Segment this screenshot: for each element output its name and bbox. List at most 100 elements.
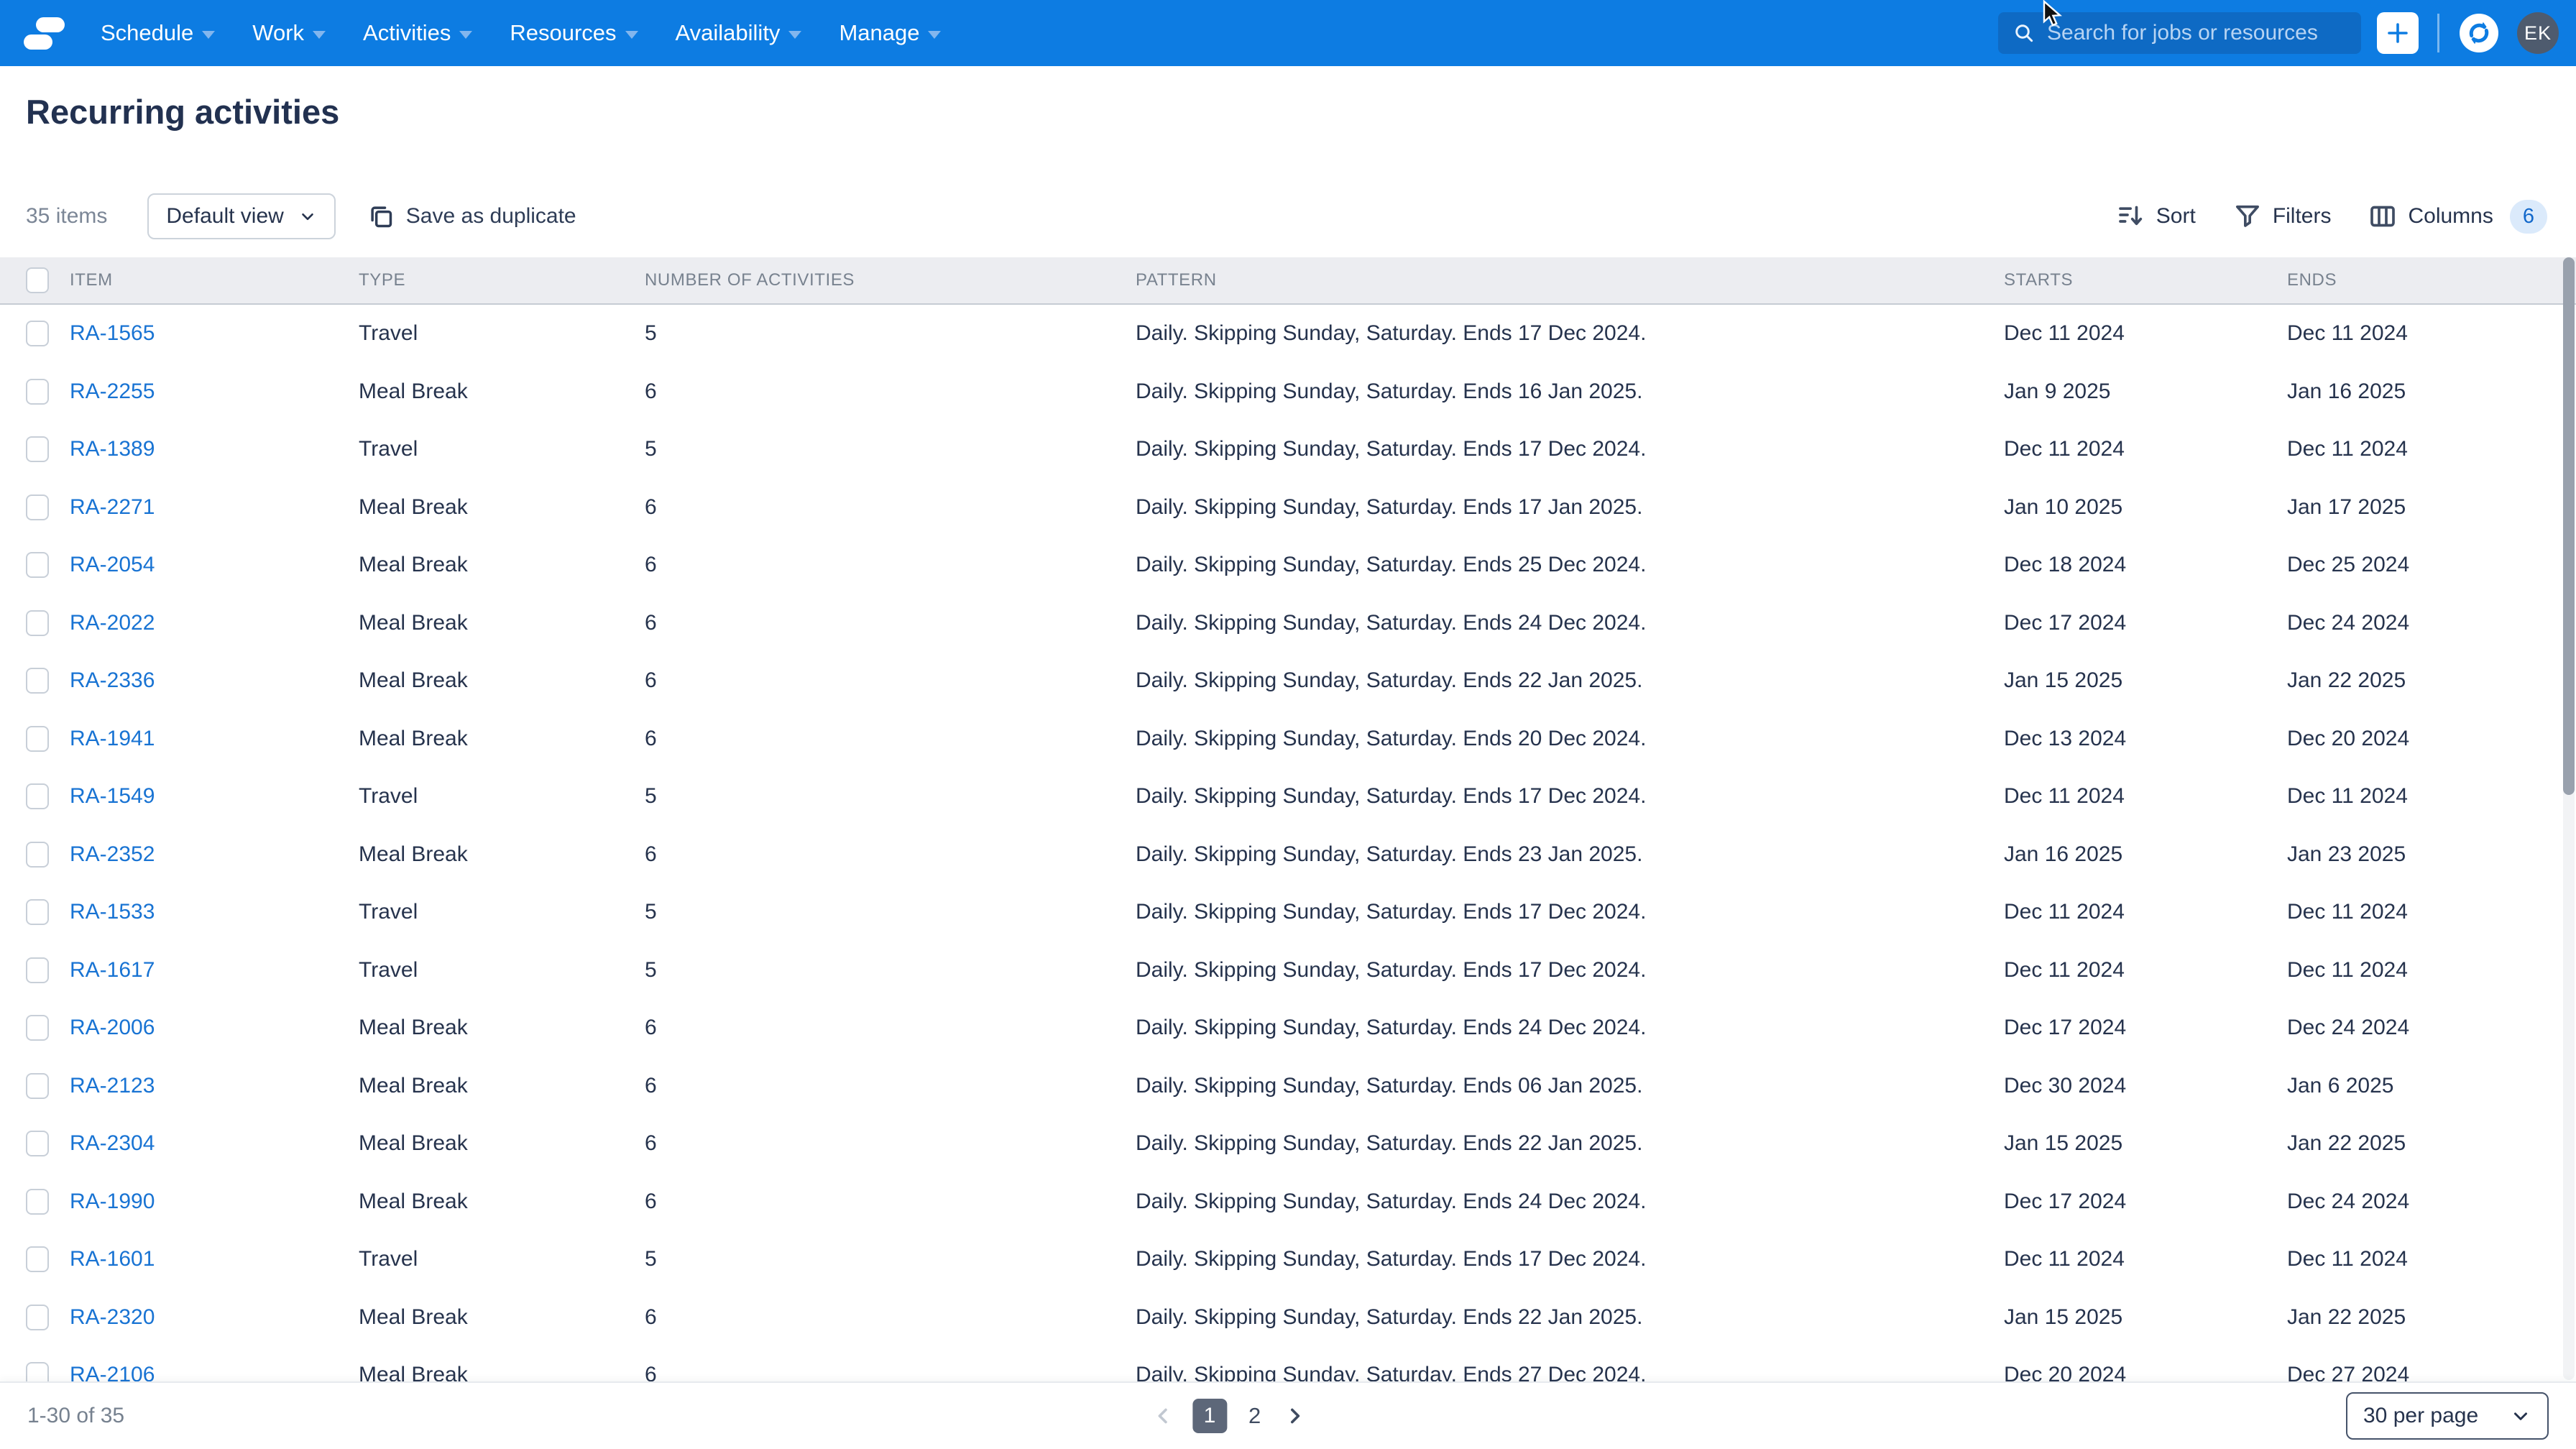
nav-menu-schedule[interactable]: Schedule: [101, 20, 216, 46]
table-row: RA-2336 Meal Break 6 Daily. Skipping Sun…: [0, 652, 2576, 710]
number-of-activities-cell: 6: [645, 553, 657, 577]
number-of-activities-cell: 6: [645, 668, 657, 693]
item-link[interactable]: RA-1601: [70, 1247, 155, 1271]
table-row: RA-1533 Travel 5 Daily. Skipping Sunday,…: [0, 883, 2576, 942]
sort-button[interactable]: Sort: [2117, 202, 2196, 231]
row-checkbox[interactable]: [26, 378, 49, 405]
page-2-button[interactable]: 2: [1244, 1403, 1265, 1429]
row-checkbox[interactable]: [26, 436, 49, 463]
chevron-down-icon: [313, 31, 326, 39]
row-checkbox[interactable]: [26, 610, 49, 636]
nav-menu-activities[interactable]: Activities: [363, 20, 473, 46]
row-checkbox[interactable]: [26, 725, 49, 752]
row-checkbox[interactable]: [26, 552, 49, 579]
pattern-cell: Daily. Skipping Sunday, Saturday. Ends 2…: [1136, 726, 1647, 750]
nav-menu-manage[interactable]: Manage: [839, 20, 942, 46]
column-header-ends[interactable]: ENDS: [2287, 270, 2576, 290]
row-checkbox[interactable]: [26, 957, 49, 983]
save-as-duplicate-button[interactable]: Save as duplicate: [367, 203, 576, 230]
number-of-activities-cell: 6: [645, 842, 657, 866]
ends-cell: Dec 11 2024: [2287, 784, 2408, 809]
item-link[interactable]: RA-2106: [70, 1363, 155, 1381]
row-checkbox[interactable]: [26, 783, 49, 810]
row-checkbox[interactable]: [26, 841, 49, 868]
starts-cell: Dec 11 2024: [2004, 321, 2125, 346]
table-row: RA-2352 Meal Break 6 Daily. Skipping Sun…: [0, 826, 2576, 884]
column-header-pattern[interactable]: PATTERN: [1136, 270, 2004, 290]
column-header-number-of-activities[interactable]: NUMBER OF ACTIVITIES: [645, 270, 1136, 290]
next-page-button[interactable]: [1282, 1404, 1307, 1428]
table-row: RA-1549 Travel 5 Daily. Skipping Sunday,…: [0, 768, 2576, 826]
pattern-cell: Daily. Skipping Sunday, Saturday. Ends 1…: [1136, 900, 1647, 924]
item-link[interactable]: RA-1941: [70, 727, 155, 750]
type-cell: Travel: [359, 957, 418, 982]
pattern-cell: Daily. Skipping Sunday, Saturday. Ends 2…: [1136, 553, 1647, 577]
row-checkbox[interactable]: [26, 1362, 49, 1381]
row-checkbox[interactable]: [26, 1131, 49, 1157]
item-link[interactable]: RA-2304: [70, 1131, 155, 1155]
row-checkbox[interactable]: [26, 668, 49, 694]
item-link[interactable]: RA-1533: [70, 900, 155, 924]
table-row: RA-2271 Meal Break 6 Daily. Skipping Sun…: [0, 479, 2576, 537]
table-row: RA-2106 Meal Break 6 Daily. Skipping Sun…: [0, 1346, 2576, 1381]
item-link[interactable]: RA-1617: [70, 958, 155, 982]
item-link[interactable]: RA-1990: [70, 1190, 155, 1213]
nav-menu-resources[interactable]: Resources: [510, 20, 638, 46]
create-new-button[interactable]: [2377, 12, 2419, 54]
ends-cell: Dec 11 2024: [2287, 1247, 2408, 1271]
item-link[interactable]: RA-2271: [70, 495, 155, 519]
sort-label: Sort: [2156, 204, 2196, 228]
item-link[interactable]: RA-1549: [70, 784, 155, 808]
item-link[interactable]: RA-2320: [70, 1305, 155, 1329]
columns-button[interactable]: Columns 6: [2368, 199, 2547, 234]
starts-cell: Jan 9 2025: [2004, 379, 2111, 403]
pattern-cell: Daily. Skipping Sunday, Saturday. Ends 1…: [1136, 494, 1643, 519]
table-row: RA-1617 Travel 5 Daily. Skipping Sunday,…: [0, 942, 2576, 1000]
row-checkbox[interactable]: [26, 1188, 49, 1215]
filters-label: Filters: [2272, 204, 2332, 228]
vertical-scrollbar-thumb[interactable]: [2563, 257, 2575, 795]
ends-cell: Dec 11 2024: [2287, 900, 2408, 924]
pattern-cell: Daily. Skipping Sunday, Saturday. Ends 1…: [1136, 379, 1643, 403]
sync-button[interactable]: [2460, 14, 2498, 52]
item-link[interactable]: RA-2054: [70, 553, 155, 576]
row-checkbox[interactable]: [26, 899, 49, 926]
item-link[interactable]: RA-1565: [70, 321, 155, 345]
starts-cell: Jan 16 2025: [2004, 842, 2123, 866]
select-all-checkbox[interactable]: [26, 267, 49, 293]
view-selector-dropdown[interactable]: Default view: [147, 193, 336, 239]
item-link[interactable]: RA-1389: [70, 437, 155, 461]
row-checkbox[interactable]: [26, 1015, 49, 1041]
ends-cell: Jan 22 2025: [2287, 1131, 2406, 1156]
row-checkbox[interactable]: [26, 1304, 49, 1330]
nav-menu-work[interactable]: Work: [252, 20, 326, 46]
ends-cell: Jan 22 2025: [2287, 668, 2406, 693]
item-link[interactable]: RA-2336: [70, 668, 155, 692]
row-checkbox[interactable]: [26, 494, 49, 520]
starts-cell: Dec 11 2024: [2004, 1247, 2125, 1271]
type-cell: Meal Break: [359, 1016, 468, 1040]
row-checkbox[interactable]: [26, 1246, 49, 1273]
previous-page-button[interactable]: [1151, 1404, 1175, 1428]
item-link[interactable]: RA-2352: [70, 842, 155, 866]
row-checkbox[interactable]: [26, 321, 49, 347]
row-checkbox[interactable]: [26, 1072, 49, 1099]
column-header-type[interactable]: TYPE: [359, 270, 645, 290]
pagination-footer: 1-30 of 35 1 2 30 per page: [0, 1381, 2576, 1449]
filters-button[interactable]: Filters: [2233, 202, 2332, 231]
column-header-starts[interactable]: STARTS: [2004, 270, 2287, 290]
page-1-button[interactable]: 1: [1192, 1399, 1227, 1433]
nav-menu-availability[interactable]: Availability: [676, 20, 802, 46]
nav-divider: [2437, 14, 2439, 52]
item-link[interactable]: RA-2123: [70, 1074, 155, 1098]
vertical-scrollbar-track[interactable]: [2563, 257, 2575, 1380]
column-header-item[interactable]: ITEM: [70, 270, 359, 290]
list-toolbar: 35 items Default view Save as duplicate …: [0, 193, 2576, 240]
per-page-select[interactable]: 30 per page: [2346, 1392, 2549, 1440]
user-avatar[interactable]: EK: [2517, 12, 2559, 54]
number-of-activities-cell: 5: [645, 784, 657, 809]
app-logo-icon[interactable]: [22, 12, 68, 55]
item-link[interactable]: RA-2022: [70, 611, 155, 635]
item-link[interactable]: RA-2006: [70, 1016, 155, 1039]
item-link[interactable]: RA-2255: [70, 380, 155, 403]
